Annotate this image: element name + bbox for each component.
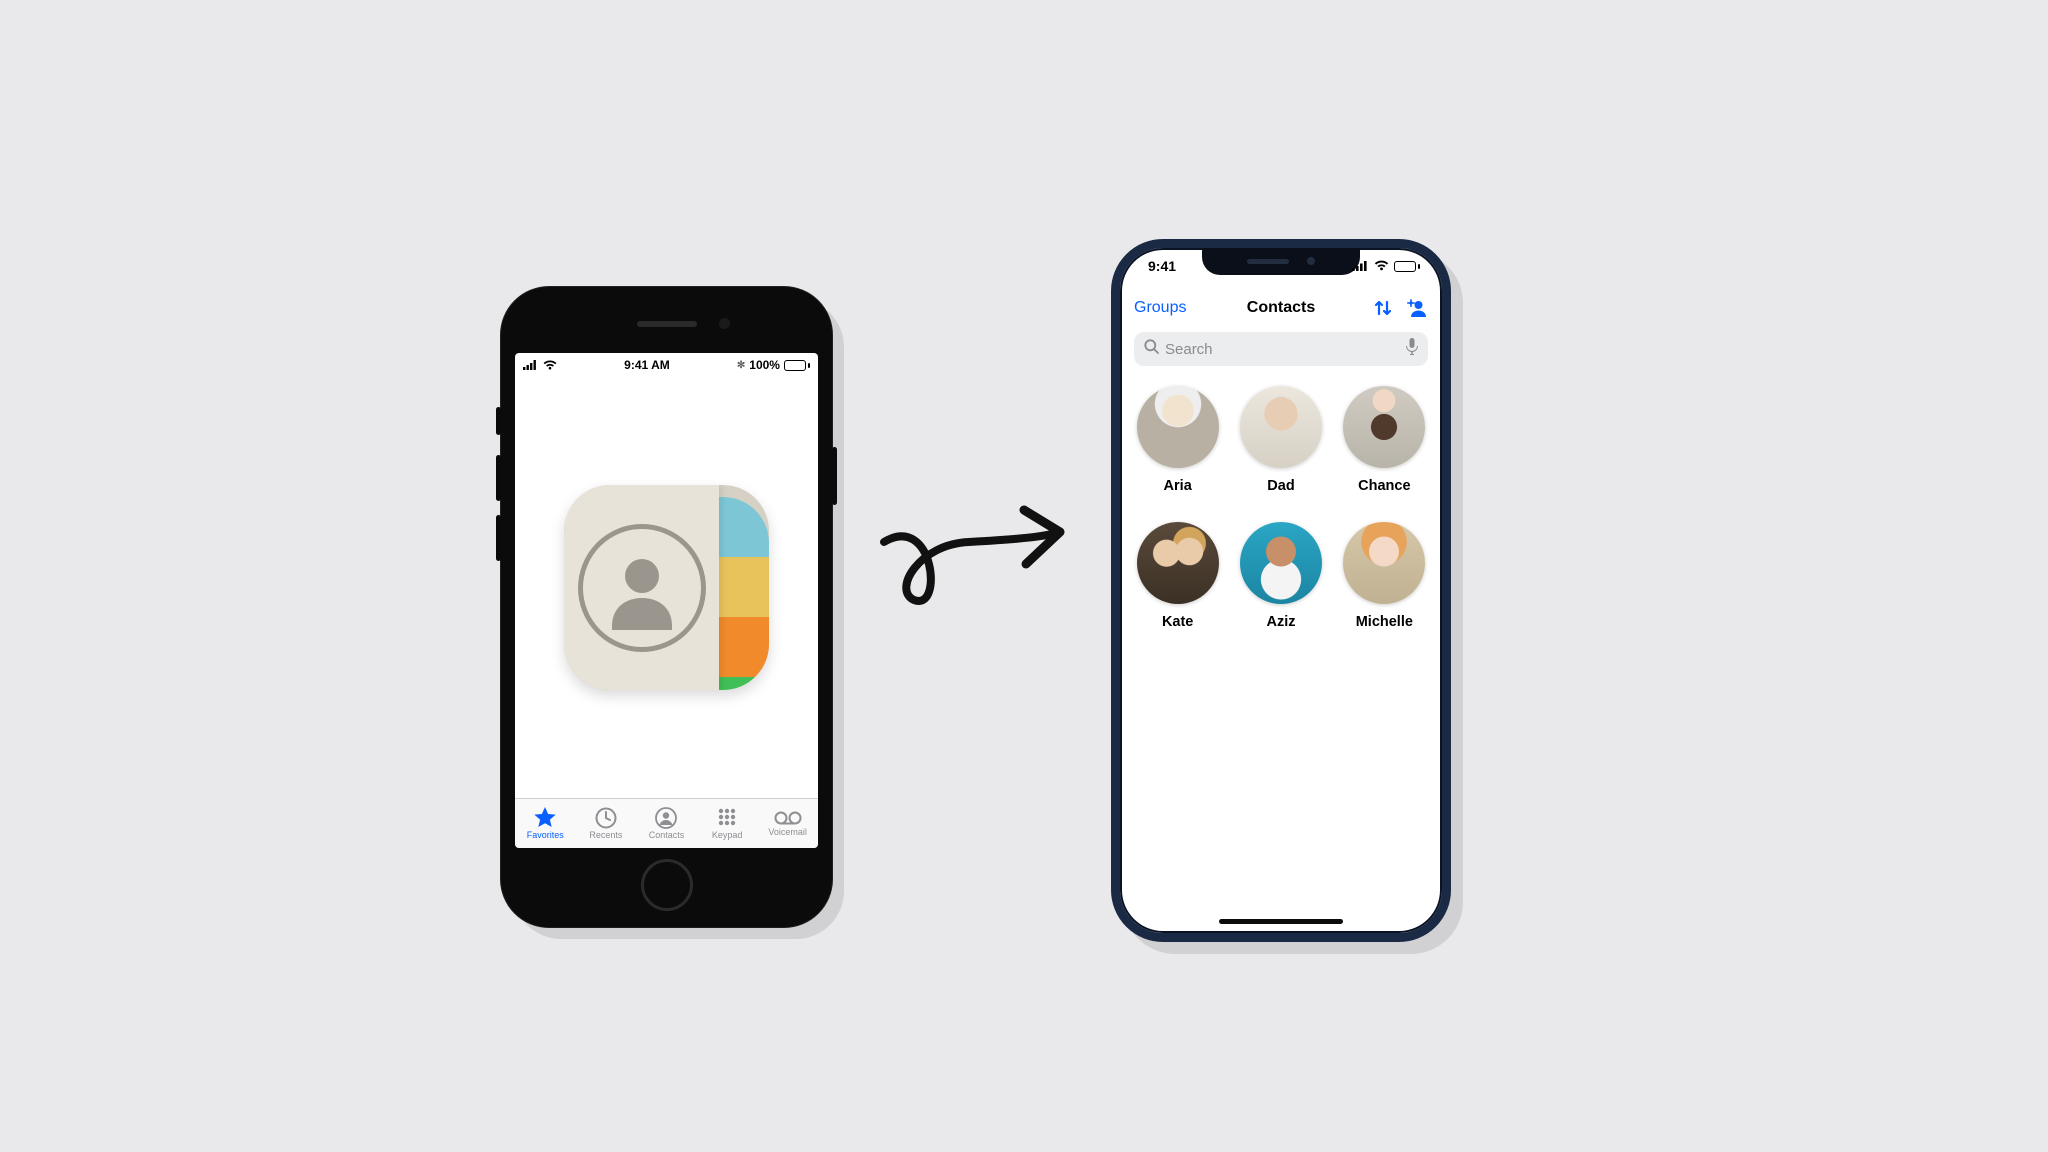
- battery-icon: [1394, 261, 1420, 272]
- mute-switch: [496, 407, 501, 435]
- wifi-icon: [1374, 258, 1389, 274]
- contact-kate[interactable]: Kate: [1130, 522, 1225, 630]
- contact-name: Dad: [1267, 478, 1294, 494]
- keypad-icon: [716, 807, 738, 829]
- voicemail-icon: [774, 810, 802, 826]
- contacts-grid: Aria Dad Chance Kate Aziz: [1120, 378, 1442, 630]
- tab-voicemail[interactable]: Voicemail: [757, 799, 818, 848]
- avatar: [1240, 522, 1322, 604]
- cellular-signal-icon: [523, 360, 539, 370]
- contact-name: Chance: [1358, 478, 1410, 494]
- contact-name: Aria: [1164, 478, 1192, 494]
- volume-down-button: [496, 515, 501, 561]
- contact-name: Kate: [1162, 614, 1193, 630]
- dictation-icon[interactable]: [1406, 338, 1418, 360]
- status-bar: 9:41 AM ✻ 100%: [515, 353, 818, 377]
- tab-label: Recents: [589, 830, 622, 840]
- bluetooth-icon: ✻: [737, 360, 745, 371]
- status-time: 9:41: [1148, 258, 1176, 274]
- index-tab-yellow: [719, 557, 769, 617]
- contact-name: Michelle: [1356, 614, 1413, 630]
- add-contact-button[interactable]: [1406, 297, 1428, 319]
- phone-new-frame: 9:41 Groups Contacts: [1111, 239, 1451, 942]
- index-tab-blue: [719, 497, 769, 557]
- home-indicator[interactable]: [1219, 919, 1343, 924]
- sort-arrows-icon: [1372, 297, 1394, 319]
- wifi-icon: [543, 360, 557, 370]
- sort-button[interactable]: [1372, 297, 1394, 319]
- tab-contacts[interactable]: Contacts: [636, 799, 697, 848]
- status-bar: 9:41: [1120, 248, 1442, 290]
- power-button: [832, 447, 837, 505]
- groups-button[interactable]: Groups: [1134, 299, 1186, 317]
- avatar: [1240, 386, 1322, 468]
- nav-bar: Groups Contacts: [1120, 290, 1442, 326]
- tab-bar: Favorites Recents Contacts Keypad Voicem…: [515, 798, 818, 848]
- phone-new-screen: 9:41 Groups Contacts: [1120, 248, 1442, 933]
- clock-icon: [595, 807, 617, 829]
- avatar: [1343, 522, 1425, 604]
- cellular-signal-icon: [1352, 258, 1369, 274]
- front-camera: [719, 318, 730, 329]
- contacts-icon-page: [564, 485, 719, 690]
- phone-old-screen: 9:41 AM ✻ 100%: [515, 353, 818, 848]
- contact-aria[interactable]: Aria: [1130, 386, 1225, 494]
- search-icon: [1144, 339, 1159, 359]
- tab-label: Contacts: [649, 830, 685, 840]
- avatar: [1137, 386, 1219, 468]
- volume-up-button: [496, 455, 501, 501]
- battery-text: 100%: [749, 358, 780, 372]
- tab-recents[interactable]: Recents: [576, 799, 637, 848]
- page-title: Contacts: [1247, 299, 1315, 317]
- avatar: [1343, 386, 1425, 468]
- person-add-icon: [1406, 297, 1428, 319]
- search-input[interactable]: [1165, 341, 1400, 358]
- contact-aziz[interactable]: Aziz: [1233, 522, 1328, 630]
- contacts-app-icon: [564, 485, 769, 690]
- phone-old-frame: 9:41 AM ✻ 100%: [501, 287, 832, 927]
- tab-label: Keypad: [712, 830, 743, 840]
- person-icon: [655, 807, 677, 829]
- contact-dad[interactable]: Dad: [1233, 386, 1328, 494]
- status-time: 9:41 AM: [624, 358, 670, 372]
- index-tab-green: [719, 677, 769, 690]
- star-icon: [533, 807, 557, 829]
- earpiece-speaker: [637, 321, 697, 327]
- tab-label: Voicemail: [768, 827, 807, 837]
- avatar: [1137, 522, 1219, 604]
- illustration-canvas: 9:41 AM ✻ 100%: [256, 192, 1792, 960]
- transfer-arrow-icon: [874, 482, 1074, 632]
- battery-icon: [784, 360, 810, 371]
- contact-michelle[interactable]: Michelle: [1337, 522, 1432, 630]
- index-tab-orange: [719, 617, 769, 677]
- home-button[interactable]: [641, 859, 693, 911]
- contact-name: Aziz: [1266, 614, 1295, 630]
- person-silhouette-icon: [578, 524, 706, 652]
- contact-chance[interactable]: Chance: [1337, 386, 1432, 494]
- screen-content: [515, 377, 818, 798]
- tab-label: Favorites: [527, 830, 564, 840]
- tab-keypad[interactable]: Keypad: [697, 799, 758, 848]
- search-field[interactable]: [1134, 332, 1428, 366]
- tab-favorites[interactable]: Favorites: [515, 799, 576, 848]
